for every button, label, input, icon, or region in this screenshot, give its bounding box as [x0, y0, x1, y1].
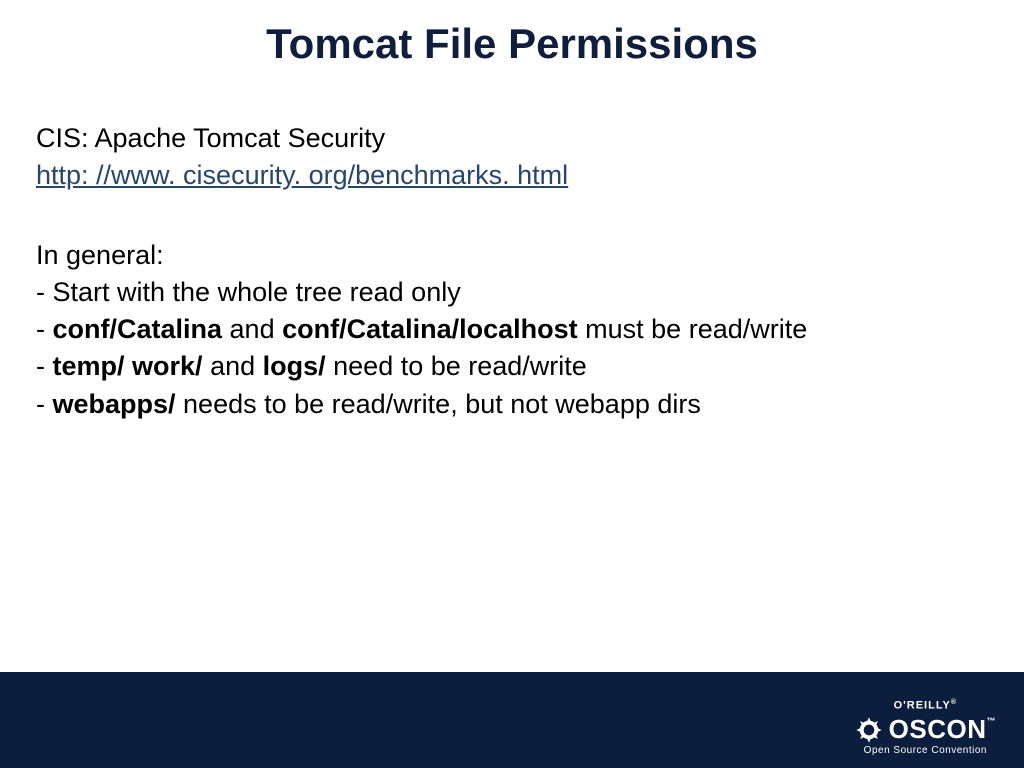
oscon-row: OSCON™ [855, 714, 996, 745]
b2-pre: - [36, 314, 53, 344]
oreilly-text: O'REILLY [894, 700, 951, 712]
trademark-mark: ™ [987, 716, 997, 726]
b3-pre: - [36, 351, 53, 381]
footer-logo: O'REILLY® [855, 699, 996, 756]
b2-post: must be read/write [578, 314, 808, 344]
b3-mid1 [125, 351, 133, 381]
registered-mark: ® [951, 699, 957, 706]
b3-bold2: work/ [132, 351, 203, 381]
b2-bold2: conf/Catalina/localhost [282, 314, 578, 344]
oreilly-brand: O'REILLY® [855, 699, 996, 712]
bullet-4: - webapps/ needs to be read/write, but n… [36, 386, 988, 423]
general-heading: In general: [36, 237, 988, 274]
gear-icon [855, 716, 883, 744]
b3-bold3: logs/ [263, 351, 326, 381]
b2-mid: and [222, 314, 282, 344]
slide-title: Tomcat File Permissions [0, 0, 1024, 68]
footer-tagline: Open Source Convention [855, 745, 996, 756]
intro-line: CIS: Apache Tomcat Security [36, 120, 988, 157]
b2-bold1: conf/Catalina [53, 314, 223, 344]
b4-bold: webapps/ [53, 389, 176, 419]
bullet-2: - conf/Catalina and conf/Catalina/localh… [36, 311, 988, 348]
b3-post: need to be read/write [326, 351, 587, 381]
slide-content: CIS: Apache Tomcat Security http: //www.… [0, 68, 1024, 423]
oscon-label: OSCON [889, 714, 987, 744]
intro-link-wrap: http: //www. cisecurity. org/benchmarks.… [36, 157, 988, 194]
general-block: In general: - Start with the whole tree … [36, 237, 988, 423]
b4-pre: - [36, 389, 53, 419]
oscon-text: OSCON™ [889, 714, 996, 745]
b4-post: needs to be read/write, but not webapp d… [176, 389, 701, 419]
intro-block: CIS: Apache Tomcat Security http: //www.… [36, 120, 988, 195]
footer-bar: O'REILLY® [0, 672, 1024, 768]
slide: Tomcat File Permissions CIS: Apache Tomc… [0, 0, 1024, 768]
b3-bold1: temp/ [53, 351, 125, 381]
bullet-1: - Start with the whole tree read only [36, 274, 988, 311]
b3-mid2: and [203, 351, 263, 381]
benchmarks-link[interactable]: http: //www. cisecurity. org/benchmarks.… [36, 160, 568, 190]
bullet-3: - temp/ work/ and logs/ need to be read/… [36, 348, 988, 385]
